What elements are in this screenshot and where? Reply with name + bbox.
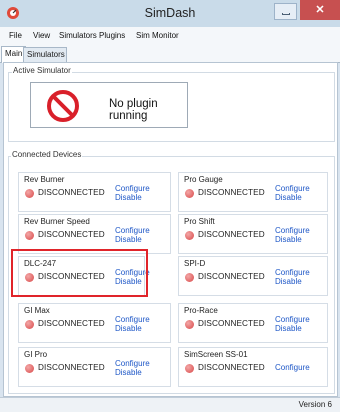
device-card-gi-max: GI Max DISCONNECTED Configure Disable — [18, 303, 171, 343]
version-label: Version 6 — [298, 400, 332, 409]
menu-simulators-plugins[interactable]: Simulators Plugins — [59, 27, 125, 45]
disable-link[interactable]: Disable — [275, 193, 302, 202]
disable-link[interactable]: Disable — [275, 235, 302, 244]
device-status: DISCONNECTED — [198, 188, 265, 197]
device-status: DISCONNECTED — [38, 230, 105, 239]
plugin-status-box: No plugin running — [30, 82, 188, 128]
disable-link[interactable]: Disable — [115, 324, 142, 333]
disable-link[interactable]: Disable — [115, 193, 142, 202]
configure-link[interactable]: Configure — [275, 315, 310, 324]
status-dot-icon — [185, 231, 194, 240]
device-status: DISCONNECTED — [198, 272, 265, 281]
device-name: SimScreen SS-01 — [183, 350, 249, 359]
configure-link[interactable]: Configure — [115, 184, 150, 193]
device-name: GI Max — [23, 306, 51, 315]
configure-link[interactable]: Configure — [275, 363, 310, 372]
configure-link[interactable]: Configure — [115, 315, 150, 324]
device-status: DISCONNECTED — [198, 319, 265, 328]
disable-link[interactable]: Disable — [275, 324, 302, 333]
connected-devices-heading: Connected Devices — [11, 150, 83, 159]
device-card-pro-shift: Pro Shift DISCONNECTED Configure Disable — [178, 214, 328, 254]
tab-simulators[interactable]: Simulators — [23, 47, 67, 62]
device-card-rev-burner-speed: Rev Burner Speed DISCONNECTED Configure … — [18, 214, 171, 254]
menu-view[interactable]: View — [33, 27, 50, 45]
active-simulator-heading: Active Simulator — [12, 66, 72, 75]
device-name: Rev Burner Speed — [23, 217, 91, 226]
tab-strip: Main Simulators — [0, 45, 340, 63]
disable-link[interactable]: Disable — [115, 368, 142, 377]
no-entry-icon — [47, 90, 79, 122]
device-card-pro-gauge: Pro Gauge DISCONNECTED Configure Disable — [178, 172, 328, 212]
menu-sim-monitor[interactable]: Sim Monitor — [136, 27, 179, 45]
status-dot-icon — [185, 320, 194, 329]
status-dot-icon — [25, 189, 34, 198]
device-status: DISCONNECTED — [38, 319, 105, 328]
disable-link[interactable]: Disable — [275, 277, 302, 286]
plugin-status-text: No plugin running — [109, 98, 158, 122]
status-dot-icon — [25, 320, 34, 329]
close-button[interactable]: ✕ — [300, 0, 340, 20]
device-status: DISCONNECTED — [38, 363, 105, 372]
status-dot-icon — [185, 189, 194, 198]
configure-link[interactable]: Configure — [115, 226, 150, 235]
status-dot-icon — [185, 364, 194, 373]
device-status: DISCONNECTED — [38, 188, 105, 197]
device-card-pro-race: Pro-Race DISCONNECTED Configure Disable — [178, 303, 328, 343]
device-card-gi-pro: GI Pro DISCONNECTED Configure Disable — [18, 347, 171, 387]
configure-link[interactable]: Configure — [115, 359, 150, 368]
device-status: DISCONNECTED — [198, 230, 265, 239]
disable-link[interactable]: Disable — [115, 235, 142, 244]
configure-link[interactable]: Configure — [275, 184, 310, 193]
menu-bar: File View Simulators Plugins Sim Monitor — [0, 27, 340, 45]
status-dot-icon — [185, 273, 194, 282]
minimize-button[interactable] — [274, 3, 297, 20]
highlight-box — [11, 249, 148, 297]
device-card-rev-burner: Rev Burner DISCONNECTED Configure Disabl… — [18, 172, 171, 212]
device-status: DISCONNECTED — [198, 363, 265, 372]
device-card-simscreen-ss-01: SimScreen SS-01 DISCONNECTED Configure — [178, 347, 328, 387]
status-dot-icon — [25, 231, 34, 240]
status-bar: Version 6 — [0, 397, 340, 412]
status-dot-icon — [25, 364, 34, 373]
device-name: Pro Gauge — [183, 175, 224, 184]
menu-file[interactable]: File — [9, 27, 22, 45]
device-name: GI Pro — [23, 350, 49, 359]
app-window: SimDash ✕ File View Simulators Plugins S… — [0, 0, 340, 412]
device-name: SPI-D — [183, 259, 207, 268]
device-name: Pro-Race — [183, 306, 219, 315]
configure-link[interactable]: Configure — [275, 226, 310, 235]
device-card-spi-d: SPI-D DISCONNECTED Configure Disable — [178, 256, 328, 296]
title-bar: SimDash ✕ — [0, 0, 340, 27]
configure-link[interactable]: Configure — [275, 268, 310, 277]
device-name: Pro Shift — [183, 217, 216, 226]
device-name: Rev Burner — [23, 175, 66, 184]
